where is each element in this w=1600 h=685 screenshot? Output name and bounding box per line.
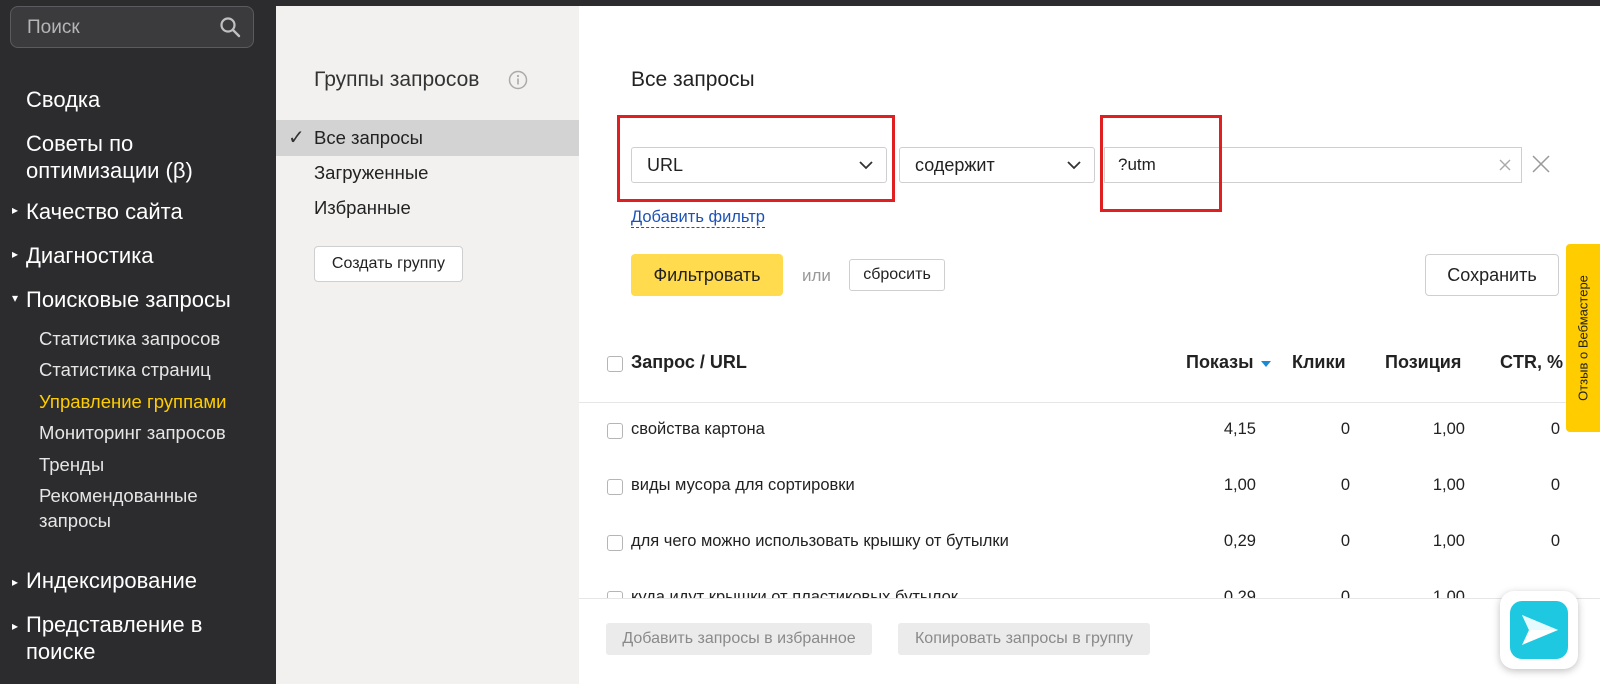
expand-arrow-icon: ▸	[12, 203, 19, 217]
sidebar: Сводка Советы по оптимизации (β) ▸ Качес…	[0, 0, 276, 684]
expand-arrow-icon: ▸	[12, 619, 19, 633]
groups-title: Группы запросов	[314, 68, 480, 91]
chat-send-icon	[1510, 601, 1568, 659]
sidebar-search[interactable]	[10, 6, 254, 48]
sort-desc-icon	[1261, 361, 1271, 367]
column-header-shows[interactable]: Показы	[1186, 352, 1254, 373]
feedback-tab[interactable]: Отзыв о Вебмастере	[1566, 244, 1600, 432]
row-position: 1,00	[1432, 476, 1465, 494]
row-ctr: 0	[1550, 420, 1560, 438]
checkmark-icon: ✓	[288, 127, 305, 149]
chat-widget[interactable]	[1500, 591, 1578, 669]
column-header-clicks[interactable]: Клики	[1292, 352, 1346, 373]
row-shows: 0,29	[1223, 532, 1256, 550]
remove-filter-icon[interactable]	[1530, 153, 1552, 175]
nav-item-search-appearance[interactable]: Представление в поиске	[26, 611, 216, 665]
group-item-all-queries[interactable]: ✓ Все запросы	[276, 120, 579, 156]
filter-field-select[interactable]: URL	[631, 147, 887, 183]
column-header-query[interactable]: Запрос / URL	[631, 352, 747, 373]
row-checkbox[interactable]	[607, 535, 623, 551]
page-title: Все запросы	[631, 68, 755, 91]
nav-item-search-queries[interactable]: Поисковые запросы	[26, 286, 231, 313]
nav-sub-query-monitoring[interactable]: Мониторинг запросов	[39, 420, 226, 445]
row-query: свойства картона	[631, 420, 765, 438]
group-item-label: Все запросы	[314, 127, 423, 148]
row-position: 1,00	[1432, 420, 1465, 438]
filter-field-value: URL	[647, 155, 684, 175]
nav-sub-query-stats[interactable]: Статистика запросов	[39, 326, 220, 351]
group-item-label: Избранные	[314, 197, 411, 218]
row-checkbox[interactable]	[607, 423, 623, 439]
collapse-arrow-icon: ▾	[12, 291, 19, 305]
row-checkbox[interactable]	[607, 479, 623, 495]
chevron-down-icon	[1067, 161, 1081, 170]
row-query: виды мусора для сортировки	[631, 476, 855, 494]
feedback-tab-label: Отзыв о Вебмастере	[1575, 275, 1591, 401]
nav-sub-group-management[interactable]: Управление группами	[39, 389, 226, 414]
group-item-uploaded[interactable]: Загруженные	[276, 155, 579, 191]
chevron-down-icon	[859, 161, 873, 170]
nav-sub-recommended-queries[interactable]: Рекомендованные запросы	[39, 483, 229, 533]
expand-arrow-icon: ▸	[12, 575, 19, 589]
filter-value-text: ?utm	[1118, 155, 1156, 174]
row-query: для чего можно использовать крышку от бу…	[631, 532, 1009, 550]
nav-item-site-quality[interactable]: Качество сайта	[26, 198, 183, 225]
apply-filter-button[interactable]: Фильтровать	[631, 254, 783, 296]
nav-item-optimization-tips[interactable]: Советы по оптимизации (β)	[26, 130, 246, 184]
row-position: 1,00	[1432, 532, 1465, 550]
add-filter-link[interactable]: Добавить фильтр	[631, 208, 765, 228]
groups-panel: Группы запросов ✓ Все запросы Загруженны…	[276, 6, 579, 684]
row-clicks: 0	[1340, 476, 1350, 494]
search-icon[interactable]	[219, 16, 241, 38]
filter-operator-value: содержит	[915, 155, 995, 175]
search-input[interactable]	[25, 15, 209, 41]
reset-filter-button[interactable]: сбросить	[849, 259, 945, 291]
nav-sub-trends[interactable]: Тренды	[39, 452, 104, 477]
group-item-favorites[interactable]: Избранные	[276, 190, 579, 226]
nav-sub-page-stats[interactable]: Статистика страниц	[39, 357, 211, 382]
filter-value-input[interactable]: ?utm	[1104, 147, 1522, 183]
column-header-position[interactable]: Позиция	[1385, 352, 1461, 373]
row-clicks: 0	[1340, 532, 1350, 550]
table-header-divider	[579, 402, 1600, 403]
create-group-button[interactable]: Создать группу	[314, 246, 463, 282]
copy-to-group-button[interactable]: Копировать запросы в группу	[898, 623, 1150, 655]
save-filter-button[interactable]: Сохранить	[1425, 254, 1559, 296]
filter-operator-select[interactable]: содержит	[899, 147, 1095, 183]
group-item-label: Загруженные	[314, 162, 429, 183]
column-header-ctr[interactable]: CTR, %	[1500, 352, 1563, 373]
row-ctr: 0	[1550, 476, 1560, 494]
nav-item-diagnostics[interactable]: Диагностика	[26, 242, 154, 269]
row-shows: 1,00	[1223, 476, 1256, 494]
add-to-favorites-button[interactable]: Добавить запросы в избранное	[606, 623, 872, 655]
row-ctr: 0	[1550, 532, 1560, 550]
clear-input-icon[interactable]	[1497, 157, 1513, 173]
or-label: или	[802, 266, 831, 285]
nav-item-summary[interactable]: Сводка	[26, 86, 100, 113]
row-shows: 4,15	[1223, 420, 1256, 438]
row-clicks: 0	[1340, 420, 1350, 438]
info-icon[interactable]	[508, 70, 528, 90]
expand-arrow-icon: ▸	[12, 247, 19, 261]
nav-item-indexing[interactable]: Индексирование	[26, 567, 197, 594]
select-all-checkbox[interactable]	[607, 356, 623, 372]
